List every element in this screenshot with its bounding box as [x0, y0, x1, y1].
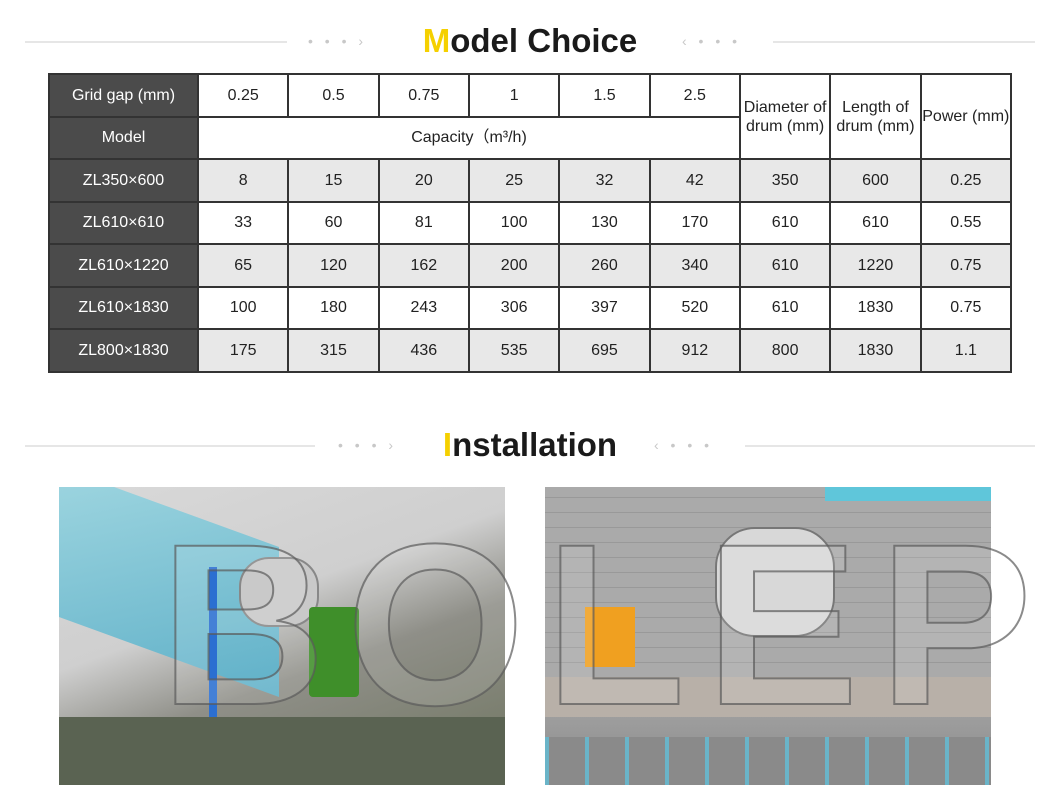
- value-cell: 610: [829, 200, 922, 245]
- grid-gap-cell: 0.5: [287, 73, 380, 118]
- power-header: Power (mm): [919, 73, 1013, 160]
- value-cell: 912: [648, 328, 741, 373]
- value-cell: 200: [467, 243, 561, 288]
- installation-heading: • • • › Installation ‹ • • •: [0, 420, 1060, 470]
- concrete-slab: [545, 677, 991, 717]
- value-cell: 306: [467, 285, 561, 330]
- value-cell: 600: [829, 158, 922, 203]
- orange-door: [585, 607, 635, 667]
- value-cell: 0.25: [919, 158, 1013, 203]
- grid-gap-cell: 1.5: [558, 73, 651, 118]
- value-cell: 100: [467, 200, 561, 245]
- table-row: ZL800×1830 175 315 436 535 695 912 800 1830 1.1: [48, 328, 1013, 373]
- value-cell: 1.1: [919, 328, 1013, 373]
- value-cell: 340: [648, 243, 741, 288]
- diameter-header: Diameter of drum (mm): [738, 73, 832, 160]
- grid-gap-cell: 2.5: [648, 73, 741, 118]
- value-cell: 243: [377, 285, 470, 330]
- drum-filter: [715, 527, 835, 637]
- dots-decoration: ‹ • • •: [654, 437, 714, 453]
- dots-decoration: ‹ • • •: [682, 33, 742, 49]
- value-cell: 25: [467, 158, 561, 203]
- ground: [59, 717, 505, 785]
- model-table: Grid gap (mm) 0.25 0.5 0.75 1 1.5 2.5 Di…: [48, 73, 1013, 373]
- value-cell: 397: [558, 285, 651, 330]
- value-cell: 8: [196, 158, 290, 203]
- table-row: ZL610×1220 65 120 162 200 260 340 610 1220 0.75: [48, 243, 1013, 288]
- value-cell: 260: [558, 243, 651, 288]
- value-cell: 436: [377, 328, 470, 373]
- grid-gap-header: Grid gap (mm): [48, 73, 199, 118]
- model-cell: ZL350×600: [48, 158, 199, 203]
- length-header: Length of drum (mm): [829, 73, 922, 160]
- value-cell: 610: [738, 285, 832, 330]
- value-cell: 315: [287, 328, 380, 373]
- value-cell: 170: [648, 200, 741, 245]
- value-cell: 100: [196, 285, 290, 330]
- value-cell: 0.75: [919, 243, 1013, 288]
- blue-pipe: [825, 487, 991, 501]
- value-cell: 130: [558, 200, 651, 245]
- model-cell: ZL610×610: [48, 200, 199, 245]
- value-cell: 350: [738, 158, 832, 203]
- model-header: Model: [48, 115, 199, 160]
- value-cell: 0.75: [919, 285, 1013, 330]
- value-cell: 1220: [829, 243, 922, 288]
- value-cell: 20: [377, 158, 470, 203]
- value-cell: 15: [287, 158, 380, 203]
- value-cell: 33: [196, 200, 290, 245]
- value-cell: 800: [738, 328, 832, 373]
- value-cell: 535: [467, 328, 561, 373]
- lower-pipes: [545, 737, 991, 785]
- value-cell: 81: [377, 200, 470, 245]
- model-cell: ZL610×1220: [48, 243, 199, 288]
- grid-gap-cell: 0.75: [377, 73, 470, 118]
- model-cell: ZL610×1830: [48, 285, 199, 330]
- model-choice-heading: • • • › Model Choice ‹ • • •: [0, 16, 1060, 66]
- model-cell: ZL800×1830: [48, 328, 199, 373]
- capacity-header: Capacity（m³/h): [197, 115, 741, 160]
- value-cell: 32: [558, 158, 651, 203]
- value-cell: 1830: [829, 285, 922, 330]
- value-cell: 520: [648, 285, 741, 330]
- table-row: ZL610×1830 100 180 243 306 397 520 610 1830 0.75: [48, 285, 1013, 330]
- divider: [773, 41, 1035, 43]
- value-cell: 180: [287, 285, 380, 330]
- value-cell: 695: [558, 328, 651, 373]
- green-bin: [309, 607, 359, 697]
- title-initial: M: [422, 22, 451, 59]
- title-initial: I: [442, 426, 453, 463]
- value-cell: 162: [377, 243, 470, 288]
- table-row: ZL350×600 8 15 20 25 32 42 350 600 0.25: [48, 158, 1013, 203]
- drum-filter: [239, 557, 319, 627]
- title-rest: nstallation: [452, 426, 618, 463]
- value-cell: 0.55: [919, 200, 1013, 245]
- grid-gap-cell: 1: [467, 73, 561, 118]
- value-cell: 120: [287, 243, 380, 288]
- value-cell: 42: [648, 158, 741, 203]
- value-cell: 610: [738, 243, 832, 288]
- blue-pipe: [209, 567, 217, 717]
- installation-photo-right: [545, 487, 991, 785]
- value-cell: 60: [287, 200, 380, 245]
- table-row: ZL610×610 33 60 81 100 130 170 610 610 0.55: [48, 200, 1013, 245]
- value-cell: 175: [196, 328, 290, 373]
- value-cell: 65: [196, 243, 290, 288]
- divider: [745, 445, 1035, 447]
- value-cell: 1830: [829, 328, 922, 373]
- grid-gap-cell: 0.25: [196, 73, 290, 118]
- value-cell: 610: [738, 200, 832, 245]
- installation-photo-left: [59, 487, 505, 785]
- title-rest: odel Choice: [450, 22, 638, 59]
